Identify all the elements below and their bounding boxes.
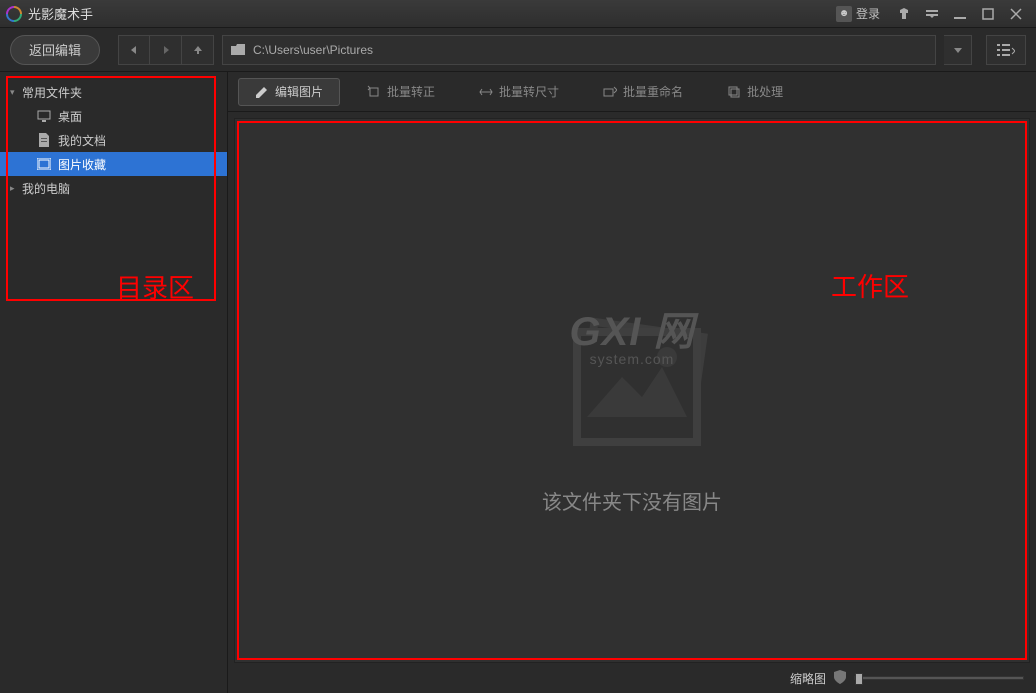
rename-icon xyxy=(603,85,617,99)
annotation-label-sidebar: 目录区 xyxy=(116,268,194,305)
pencil-icon xyxy=(255,85,269,99)
edit-image-button[interactable]: 编辑图片 xyxy=(238,78,340,106)
maximize-button[interactable] xyxy=(974,0,1002,28)
tree-item-my-computer[interactable]: ▸ 我的电脑 xyxy=(0,176,227,200)
close-button[interactable] xyxy=(1002,0,1030,28)
batch-rename-button[interactable]: 批量重命名 xyxy=(586,78,700,106)
shield-icon xyxy=(834,670,846,687)
login-label: 登录 xyxy=(856,5,880,22)
desktop-icon xyxy=(36,108,52,124)
btn-label: 批量转尺寸 xyxy=(499,83,559,100)
resize-icon xyxy=(479,85,493,99)
login-button[interactable]: ☻ 登录 xyxy=(826,0,890,28)
caret-right-icon: ▸ xyxy=(10,183,20,194)
tree-label: 图片收藏 xyxy=(58,156,106,173)
tree-label: 常用文件夹 xyxy=(22,84,82,101)
annotation-label-workspace: 工作区 xyxy=(831,267,909,304)
watermark: GXI 网 system.com xyxy=(569,299,694,367)
thumbnail-label: 缩略图 xyxy=(790,670,826,687)
tree-label: 我的文档 xyxy=(58,132,106,149)
picture-icon xyxy=(36,156,52,172)
path-dropdown-button[interactable] xyxy=(944,35,972,65)
slider-thumb[interactable] xyxy=(855,673,863,685)
caret-down-icon: ▾ xyxy=(10,87,20,98)
back-to-edit-button[interactable]: 返回编辑 xyxy=(10,35,100,65)
workspace: GXI 网 system.com 该文件夹下没有图片 工作区 xyxy=(234,118,1030,663)
batch-icon xyxy=(727,85,741,99)
nav-up-button[interactable] xyxy=(182,35,214,65)
app-logo-icon xyxy=(6,6,22,22)
btn-label: 编辑图片 xyxy=(275,83,323,100)
tree-item-documents[interactable]: 我的文档 xyxy=(0,128,227,152)
watermark-big: GXI 网 xyxy=(569,299,694,357)
path-text: C:\Users\user\Pictures xyxy=(253,43,373,57)
rotate-icon xyxy=(367,85,381,99)
menu-button[interactable] xyxy=(918,0,946,28)
btn-label: 批量转正 xyxy=(387,83,435,100)
action-bar: 编辑图片 批量转正 批量转尺寸 批量重命名 xyxy=(228,72,1036,112)
thumbnail-size-slider[interactable] xyxy=(854,676,1024,680)
user-face-icon: ☻ xyxy=(836,6,852,22)
folder-icon xyxy=(231,44,245,56)
btn-label: 批处理 xyxy=(747,83,783,100)
folder-tree-sidebar: ▾ 常用文件夹 桌面 我的文档 图片收藏 xyxy=(0,72,228,693)
nav-back-button[interactable] xyxy=(118,35,150,65)
batch-process-button[interactable]: 批处理 xyxy=(710,78,800,106)
minimize-button[interactable] xyxy=(946,0,974,28)
toolbar: 返回编辑 C:\Users\user\Pictures xyxy=(0,28,1036,72)
batch-resize-button[interactable]: 批量转尺寸 xyxy=(462,78,576,106)
btn-label: 批量重命名 xyxy=(623,83,683,100)
tree-label: 我的电脑 xyxy=(22,180,70,197)
status-bar: 缩略图 xyxy=(228,663,1036,693)
tree-item-picture-favorites[interactable]: 图片收藏 xyxy=(0,152,227,176)
view-mode-button[interactable] xyxy=(986,35,1026,65)
title-bar: 光影魔术手 ☻ 登录 xyxy=(0,0,1036,28)
batch-transfer-button[interactable]: 批量转正 xyxy=(350,78,452,106)
skin-button[interactable] xyxy=(890,0,918,28)
nav-forward-button[interactable] xyxy=(150,35,182,65)
empty-text: 该文件夹下没有图片 xyxy=(542,486,722,515)
document-icon xyxy=(36,132,52,148)
path-bar[interactable]: C:\Users\user\Pictures xyxy=(222,35,936,65)
tree-item-desktop[interactable]: 桌面 xyxy=(0,104,227,128)
tree-item-favorites[interactable]: ▾ 常用文件夹 xyxy=(0,80,227,104)
app-title: 光影魔术手 xyxy=(28,4,93,23)
tree-label: 桌面 xyxy=(58,108,82,125)
